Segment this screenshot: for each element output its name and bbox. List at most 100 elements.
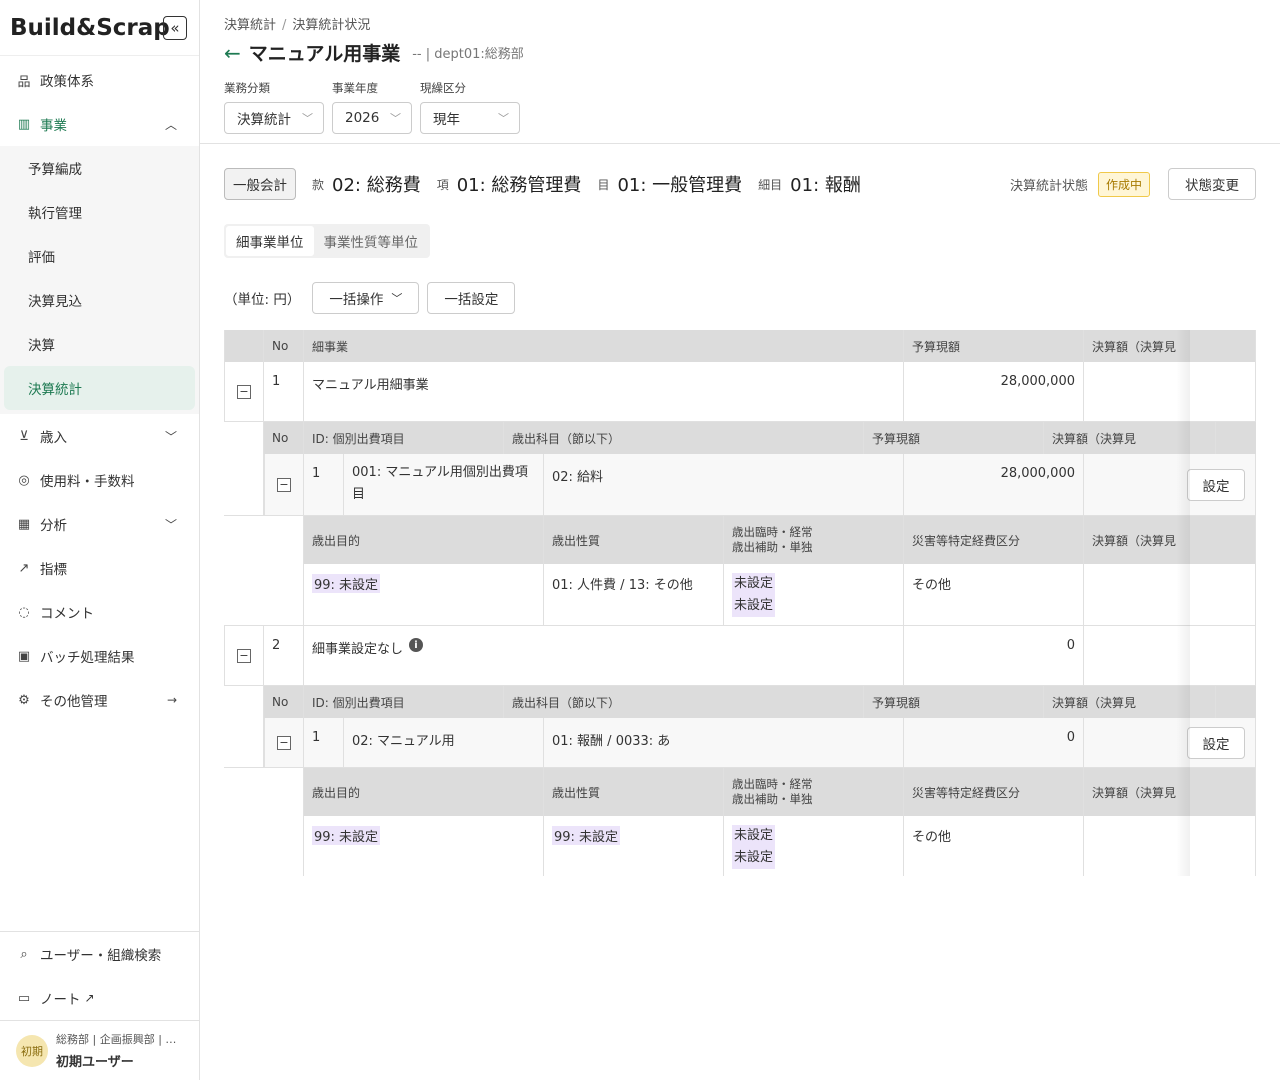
row-detail-name: マニュアル用細事業	[304, 362, 904, 421]
attr-temporary: 未設定 未設定	[724, 816, 904, 876]
sidebar-subitem-execution[interactable]: 執行管理	[4, 190, 195, 234]
sidebar-item-indicators[interactable]: ↗ 指標	[0, 546, 199, 590]
collapse-toggle-icon[interactable]: −	[237, 648, 251, 663]
title-row: ← マニュアル用事業 -- | dept01:総務部	[224, 39, 1256, 66]
subheader-no: No	[264, 686, 304, 718]
subheader-settle: 決算額（決算見	[1044, 686, 1216, 718]
sub-table-row: − 1 02: マニュアル用 01: 報酬 / 0033: あ 0 設定	[224, 718, 1256, 768]
sidebar-item-analysis[interactable]: ▦ 分析 ﹀	[0, 502, 199, 546]
subheader-id: ID: 個別出費項目	[304, 422, 504, 454]
sidebar-item-fees[interactable]: ◎ 使用料・手数料	[0, 458, 199, 502]
sidebar-item-label: ユーザー・組織検索	[40, 948, 162, 964]
indent-cell	[224, 422, 264, 454]
row-detail-name: 細事業設定なし i	[304, 626, 904, 685]
change-status-button[interactable]: 状態変更	[1168, 168, 1256, 200]
temporary-tag: 未設定	[732, 825, 776, 847]
attr-purpose: 99: 未設定	[304, 564, 544, 625]
sidebar-item-label: 指標	[40, 562, 67, 578]
tab-project-nature[interactable]: 事業性質等単位	[314, 226, 429, 256]
toggle-cell: −	[264, 718, 304, 767]
attr-header-purpose: 歳出目的	[304, 768, 544, 816]
sidebar-item-other[interactable]: ⚙ その他管理 →	[0, 678, 199, 722]
sidebar-item-revenue[interactable]: ⊻ 歳入 ﹀	[0, 414, 199, 458]
item-id: 001: マニュアル用個別出費項目	[344, 454, 544, 515]
info-icon[interactable]: i	[409, 638, 424, 652]
setting-button[interactable]: 設定	[1187, 726, 1245, 759]
setting-button[interactable]: 設定	[1187, 468, 1245, 501]
business-category-select[interactable]: 決算統計 ﹀	[224, 102, 324, 134]
sidebar-item-policy[interactable]: 品政策体系	[0, 58, 199, 102]
unit-tabs: 細事業単位 事業性質等単位	[224, 224, 430, 258]
sidebar-subitem-evaluation[interactable]: 評価	[4, 234, 195, 278]
account-button[interactable]: 一般会計	[224, 168, 296, 200]
sidebar-subitem-budget[interactable]: 予算編成	[4, 146, 195, 190]
account-info-row: 一般会計 款 02: 総務費 項 01: 総務管理費 目 01: 一般管理費 細目 01…	[224, 168, 1256, 200]
subsidy-tag: 未設定	[732, 595, 776, 617]
sidebar-item-notes[interactable]: ▭ ノート ↗	[0, 976, 199, 1020]
attr-header-nature: 歳出性質	[544, 768, 724, 816]
sidebar-item-label: その他管理	[40, 694, 108, 710]
bulk-operation-button[interactable]: 一括操作 ﹀	[312, 282, 420, 314]
table-header: No 細事業 予算現額 決算額（決算見	[224, 330, 1256, 362]
coins-icon: ◎	[18, 472, 30, 488]
moku-value: 01: 一般管理費	[617, 175, 743, 196]
collapse-toggle-icon[interactable]: −	[277, 735, 291, 750]
toggle-cell: −	[224, 626, 264, 685]
sidebar-subitem-settlement[interactable]: 決算	[4, 322, 195, 366]
attr-disaster: その他	[904, 564, 1084, 625]
toggle-cell: −	[264, 454, 304, 515]
header-detail: 細事業	[304, 330, 904, 362]
sidebar-item-label: バッチ処理結果	[40, 650, 135, 666]
sidebar-item-user-search[interactable]: ⌕ ユーザー・組織検索	[0, 932, 199, 976]
bar-chart-icon: ▥	[17, 116, 31, 132]
page-title: マニュアル用事業	[248, 43, 401, 65]
revenue-icon: ⊻	[19, 428, 29, 444]
filter-carryover: 現繰区分 現年 ﹀	[420, 80, 520, 134]
subheader-budget: 予算現額	[864, 422, 1044, 454]
back-arrow-icon[interactable]: ←	[224, 41, 241, 65]
subheader-settle: 決算額（決算見	[1044, 422, 1216, 454]
subsidy-tag: 未設定	[732, 847, 776, 869]
sidebar-item-project[interactable]: ▥ 事業 ︿	[0, 102, 199, 146]
book-icon: ▭	[17, 990, 31, 1006]
attr-header: 歳出目的 歳出性質 歳出臨時・経常 歳出補助・単独 災害等特定経費区分 決算額（決…	[224, 768, 1256, 816]
tab-detail-project[interactable]: 細事業単位	[226, 226, 314, 256]
carryover-select[interactable]: 現年 ﹀	[420, 102, 520, 134]
temporary-tag: 未設定	[732, 573, 776, 595]
collapse-toggle-icon[interactable]: −	[277, 477, 291, 492]
collapse-sidebar-button[interactable]: «	[163, 16, 187, 40]
indent-cell	[224, 564, 304, 625]
hierarchy-icon: 品	[17, 74, 31, 90]
filters: 業務分類 決算統計 ﹀ 事業年度 2026 ﹀ 現繰区分 現年 ﹀	[224, 80, 1256, 134]
purpose-tag: 99: 未設定	[312, 574, 381, 593]
header-line: 歳出臨時・経常	[732, 777, 813, 791]
sidebar-nav: 品政策体系 ▥ 事業 ︿ 予算編成 執行管理 評価 決算見込 決算 決算統計 ⊻ 歳入…	[0, 56, 199, 722]
collapse-toggle-icon[interactable]: −	[237, 384, 251, 399]
filter-business-category: 業務分類 決算統計 ﹀	[224, 80, 324, 134]
filter-label: 現繰区分	[420, 81, 466, 95]
attr-temporary: 未設定 未設定	[724, 564, 904, 625]
sidebar-subitem-settlement-stats[interactable]: 決算統計	[4, 366, 195, 410]
fiscal-year-select[interactable]: 2026 ﹀	[332, 102, 412, 134]
item-subject: 02: 給料	[544, 454, 904, 515]
attr-header-nature: 歳出性質	[544, 516, 724, 564]
breadcrumb-item[interactable]: 決算統計	[224, 18, 276, 33]
attr-nature: 99: 未設定	[544, 816, 724, 876]
analysis-icon: ▦	[17, 516, 31, 532]
sidebar-subitem-settlement-forecast[interactable]: 決算見込	[4, 278, 195, 322]
attr-header-temporary: 歳出臨時・経常 歳出補助・単独	[724, 768, 904, 816]
select-value: 2026	[345, 110, 380, 126]
sidebar-item-batch[interactable]: ▣ バッチ処理結果	[0, 634, 199, 678]
sidebar-item-comments[interactable]: ◌ コメント	[0, 590, 199, 634]
chevron-down-icon: ﹀	[164, 429, 177, 444]
scroll-shadow	[1176, 330, 1190, 876]
toolbar: （単位: 円） 一括操作 ﹀ 一括設定	[224, 282, 1256, 314]
indent-cell	[224, 816, 304, 876]
bulk-setting-button[interactable]: 一括設定	[427, 282, 516, 314]
gear-icon: ⚙	[18, 692, 30, 708]
sidebar-item-label: 使用料・手数料	[40, 474, 135, 490]
logo[interactable]: Build&Scrap «	[0, 0, 199, 56]
select-value: 決算統計	[237, 112, 291, 128]
subheader-subject: 歳出科目（節以下）	[504, 686, 864, 718]
user-profile[interactable]: 初期 総務部 | 企画振興部 | … 初期ユーザー	[0, 1020, 199, 1080]
